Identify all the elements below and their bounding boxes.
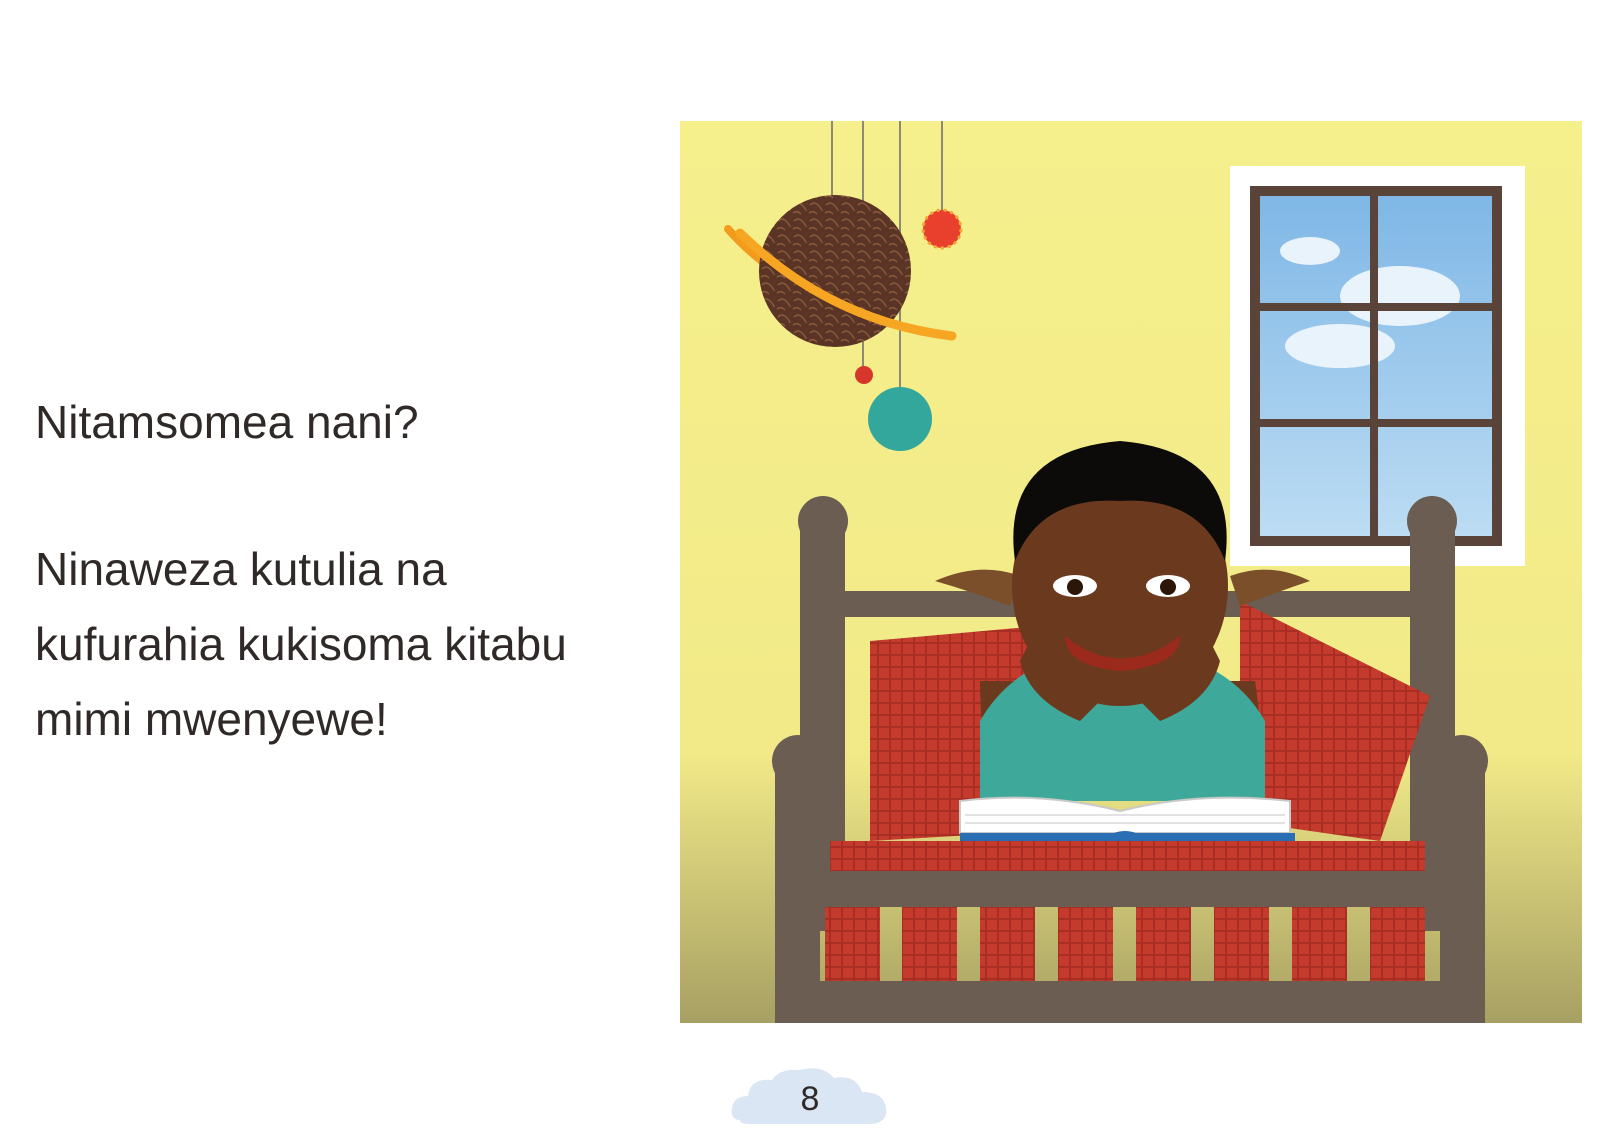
window	[1230, 166, 1525, 566]
page-number: 8	[800, 1080, 820, 1118]
question-line: Nitamsomea nani?	[35, 396, 419, 448]
answer-line-1: Ninaweza kutulia na	[35, 543, 447, 595]
question-paragraph: Nitamsomea nani?	[35, 385, 635, 460]
illustration-boy-reading-in-bed	[680, 121, 1582, 1023]
page-number-badge: 8	[730, 1062, 890, 1132]
answer-line-2: kufurahia kukisoma kitabu	[35, 618, 567, 670]
story-text: Nitamsomea nani? Ninaweza kutulia na kuf…	[35, 385, 635, 757]
answer-line-3: mimi mwenyewe!	[35, 693, 388, 745]
answer-paragraph: Ninaweza kutulia na kufurahia kukisoma k…	[35, 532, 635, 757]
